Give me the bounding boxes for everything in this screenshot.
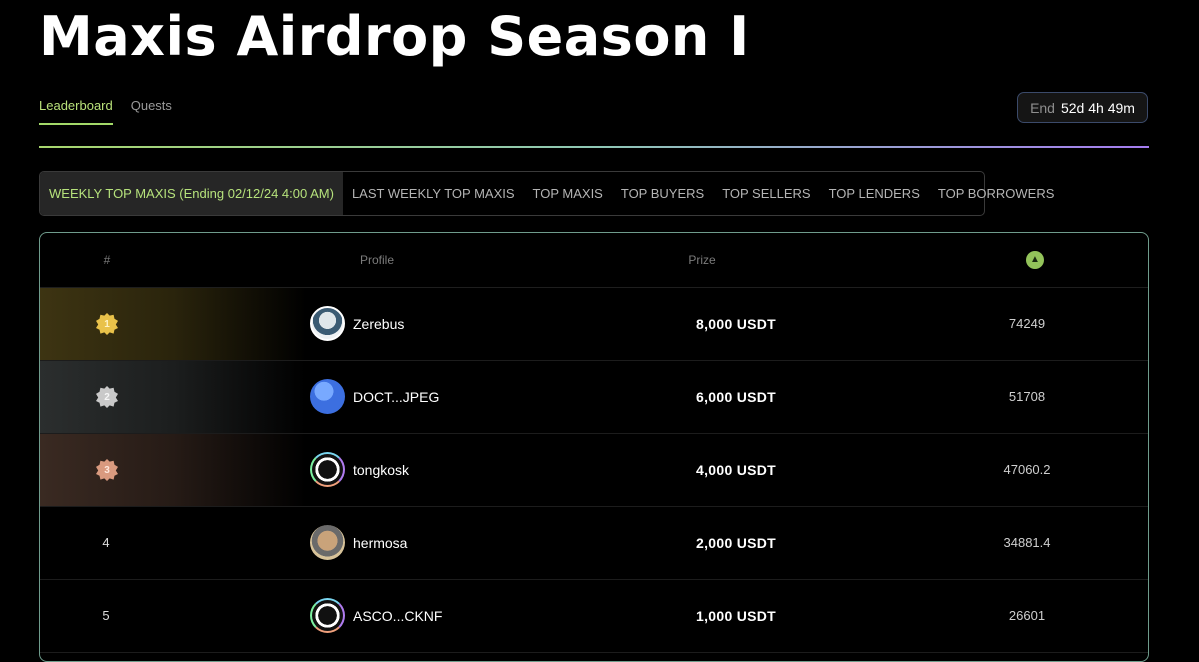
avatar[interactable] — [310, 452, 345, 487]
subtab-top-buyers[interactable]: TOP BUYERS — [612, 172, 713, 215]
prize-value: 4,000 USDT — [696, 462, 777, 478]
gold-medal-icon: 1 — [96, 313, 118, 335]
score-value: 47060.2 — [1003, 462, 1051, 477]
header-prize: Prize — [688, 253, 716, 267]
table-row[interactable]: 2 DOCT...JPEG 6,000 USDT 51708 — [40, 361, 1148, 434]
table-row[interactable]: 3 tongkosk 4,000 USDT 47060.2 — [40, 434, 1148, 507]
avatar[interactable] — [310, 525, 345, 560]
leaderboard-table: # Profile Prize ▲ 1 Zerebus 8,000 USDT 7… — [39, 232, 1149, 662]
subtab-top-lenders[interactable]: TOP LENDERS — [820, 172, 929, 215]
profile-name[interactable]: DOCT...JPEG — [353, 361, 439, 433]
subtab-top-borrowers[interactable]: TOP BORROWERS — [929, 172, 1064, 215]
tab-leaderboard[interactable]: Leaderboard — [39, 98, 113, 125]
bronze-medal-icon: 3 — [96, 459, 118, 481]
header-profile: Profile — [359, 253, 395, 267]
profile-name[interactable]: Zerebus — [353, 288, 404, 360]
leaf-token-icon: ▲ — [1026, 251, 1044, 269]
timer-label: End — [1030, 99, 1055, 116]
divider — [39, 146, 1149, 148]
score-value: 51708 — [1008, 389, 1046, 404]
table-row[interactable]: 1 Zerebus 8,000 USDT 74249 — [40, 288, 1148, 361]
prize-value: 1,000 USDT — [696, 608, 777, 624]
score-value: 34881.4 — [1003, 535, 1051, 550]
subtab-weekly-top-maxis[interactable]: WEEKLY TOP MAXIS (Ending 02/12/24 4:00 A… — [40, 172, 343, 215]
subtab-top-sellers[interactable]: TOP SELLERS — [713, 172, 819, 215]
profile-name[interactable]: tongkosk — [353, 434, 409, 506]
score-value: 74249 — [1008, 316, 1046, 331]
subtab-top-maxis[interactable]: TOP MAXIS — [524, 172, 612, 215]
silver-medal-icon: 2 — [96, 386, 118, 408]
page-title: Maxis Airdrop Season I — [39, 5, 750, 68]
main-tabs: Leaderboard Quests — [39, 98, 172, 125]
table-row[interactable]: 5 ASCO...CKNF 1,000 USDT 26601 — [40, 580, 1148, 653]
table-row[interactable]: 4 hermosa 2,000 USDT 34881.4 — [40, 507, 1148, 580]
prize-value: 2,000 USDT — [696, 535, 777, 551]
subtab-last-weekly-top-maxis[interactable]: LAST WEEKLY TOP MAXIS — [343, 172, 524, 215]
tab-quests[interactable]: Quests — [131, 98, 172, 125]
avatar[interactable] — [310, 379, 345, 414]
header-rank: # — [103, 253, 111, 267]
avatar[interactable] — [310, 306, 345, 341]
season-end-timer: End 52d 4h 49m — [1017, 92, 1148, 123]
profile-name[interactable]: ASCO...CKNF — [353, 580, 442, 652]
profile-name[interactable]: hermosa — [353, 507, 407, 579]
timer-value: 52d 4h 49m — [1060, 99, 1135, 116]
table-header: # Profile Prize ▲ — [40, 233, 1148, 288]
prize-value: 6,000 USDT — [696, 389, 777, 405]
score-value: 26601 — [1008, 608, 1046, 623]
avatar[interactable] — [310, 598, 345, 633]
prize-value: 8,000 USDT — [696, 316, 777, 332]
leaderboard-filter-tabs: WEEKLY TOP MAXIS (Ending 02/12/24 4:00 A… — [39, 171, 1054, 216]
